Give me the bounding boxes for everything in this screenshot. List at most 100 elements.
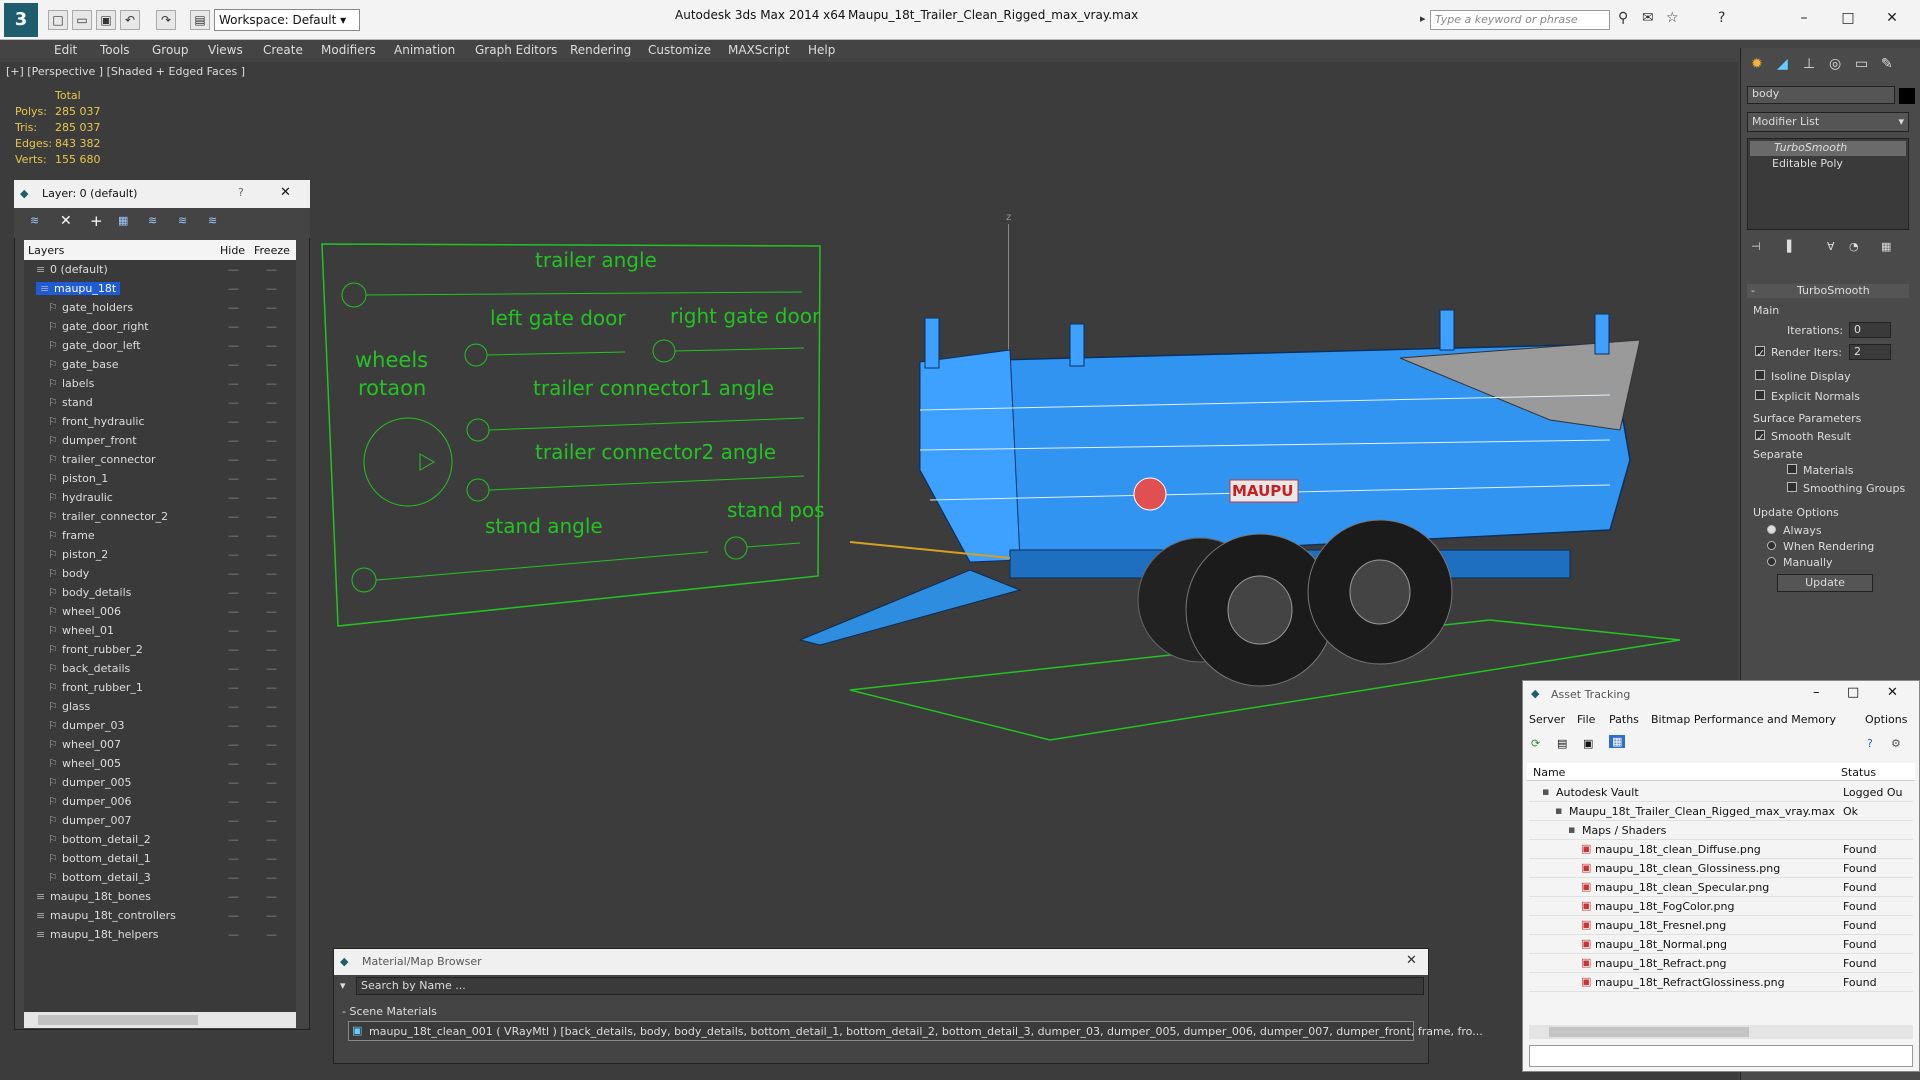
open-file-icon[interactable]: ▭ — [72, 10, 92, 30]
freeze-toggle[interactable]: — — [266, 510, 277, 523]
freeze-toggle[interactable]: — — [266, 472, 277, 485]
utilities-tab-icon[interactable]: ✎ — [1881, 56, 1893, 72]
rig-control-board[interactable] — [320, 240, 826, 630]
layer-row[interactable]: ⚐ dumper_03 — — — [24, 716, 296, 735]
layer-row[interactable]: ⚐ dumper_005 — — — [24, 773, 296, 792]
hide-toggle[interactable]: — — [228, 586, 239, 599]
material-entry[interactable]: ▣ maupu_18t_clean_001 ( VRayMtl ) [back_… — [348, 1021, 1483, 1041]
freeze-toggle[interactable]: — — [266, 643, 277, 656]
isoline-checkbox[interactable] — [1755, 370, 1765, 383]
material-browser-options-icon[interactable]: ▾ — [340, 979, 346, 992]
freeze-toggle[interactable]: — — [266, 662, 277, 675]
material-browser-close-button[interactable]: ✕ — [1406, 953, 1417, 968]
show-end-result-icon[interactable]: ▌ — [1787, 240, 1795, 253]
stack-item-turbosmooth[interactable]: TurboSmooth — [1750, 141, 1906, 156]
freeze-toggle[interactable]: — — [266, 700, 277, 713]
smoothing-groups-checkbox[interactable] — [1787, 482, 1797, 495]
hide-toggle[interactable]: — — [228, 928, 239, 941]
app-logo-icon[interactable]: 3 — [4, 3, 38, 37]
refresh-icon[interactable]: ⟳ — [1531, 737, 1540, 750]
layer-row[interactable]: ≡ 0 (default) — — — [24, 260, 296, 279]
menu-tools[interactable]: Tools — [100, 43, 130, 57]
asset-row[interactable]: ▣ maupu_18t_clean_Diffuse.png Found — [1529, 840, 1913, 859]
menu-modifiers[interactable]: Modifiers — [321, 43, 376, 57]
layer-row[interactable]: ⚐ wheel_006 — — — [24, 602, 296, 621]
right-gate-door-handle[interactable] — [652, 339, 676, 363]
freeze-toggle[interactable]: — — [266, 434, 277, 447]
asset-scroll-thumb[interactable] — [1549, 1027, 1749, 1037]
stand-angle-handle[interactable] — [351, 567, 377, 593]
hide-toggle[interactable]: — — [228, 605, 239, 618]
freeze-toggle[interactable]: — — [266, 719, 277, 732]
make-unique-icon[interactable]: ∀ — [1827, 240, 1835, 253]
trailer-connector1-handle[interactable] — [466, 418, 490, 442]
hide-toggle[interactable]: — — [228, 719, 239, 732]
layers-scroll-thumb[interactable] — [38, 1015, 198, 1025]
freeze-toggle[interactable]: — — [266, 909, 277, 922]
material-browser-header[interactable]: ◆ Material/Map Browser ✕ — [334, 949, 1428, 975]
hide-toggle[interactable]: — — [228, 358, 239, 371]
asset-minimize-button[interactable]: – — [1813, 685, 1820, 700]
menu-maxscript[interactable]: MAXScript — [728, 43, 790, 57]
asset-close-button[interactable]: ✕ — [1887, 685, 1898, 700]
layer-close-button[interactable]: ✕ — [280, 185, 291, 200]
hide-toggle[interactable]: — — [228, 700, 239, 713]
layer-row[interactable]: ⚐ frame — — — [24, 526, 296, 545]
favorites-star-icon[interactable]: ☆ — [1666, 10, 1679, 26]
table-view-icon[interactable]: ▦ — [1609, 735, 1626, 748]
layer-row[interactable]: ⚐ front_rubber_1 — — — [24, 678, 296, 697]
menu-animation[interactable]: Animation — [394, 43, 455, 57]
asset-row[interactable]: ▣ maupu_18t_Normal.png Found — [1529, 935, 1913, 954]
hide-toggle[interactable]: — — [228, 339, 239, 352]
hide-toggle[interactable]: — — [228, 909, 239, 922]
hide-toggle[interactable]: — — [228, 852, 239, 865]
freeze-toggle[interactable]: — — [266, 605, 277, 618]
hide-toggle[interactable]: — — [228, 415, 239, 428]
freeze-toggle[interactable]: — — [266, 339, 277, 352]
hide-toggle[interactable]: — — [228, 757, 239, 770]
layer-row[interactable]: ⚐ piston_1 — — — [24, 469, 296, 488]
asset-menu-server[interactable]: Server — [1529, 713, 1565, 726]
viewport-label[interactable]: [+] [Perspective ] [Shaded + Edged Faces… — [6, 65, 245, 78]
col-layers[interactable]: Layers — [28, 244, 64, 257]
freeze-toggle[interactable]: — — [266, 491, 277, 504]
hide-toggle[interactable]: — — [228, 738, 239, 751]
turbosmooth-rollout-header[interactable]: - TurboSmooth — [1747, 284, 1909, 298]
workspace-dropdown[interactable]: Workspace: Default ▾ — [214, 9, 360, 31]
freeze-toggle[interactable]: — — [266, 358, 277, 371]
wheels-rotation-dial[interactable] — [363, 417, 453, 507]
hide-toggle[interactable]: — — [228, 624, 239, 637]
menu-views[interactable]: Views — [208, 43, 243, 57]
trailer-angle-handle[interactable] — [341, 282, 367, 308]
render-iters-spinner[interactable]: 2 — [1849, 344, 1891, 360]
freeze-toggle[interactable]: — — [266, 377, 277, 390]
freeze-toggle[interactable]: — — [266, 548, 277, 561]
layer-row[interactable]: ⚐ dumper_007 — — — [24, 811, 296, 830]
smooth-result-checkbox[interactable]: ✓ — [1755, 430, 1765, 444]
always-radio[interactable] — [1767, 524, 1776, 537]
scene-materials-section[interactable]: - Scene Materials — [342, 1005, 437, 1018]
highlight-layer-icon[interactable]: ≋ — [148, 214, 157, 227]
asset-horizontal-scrollbar[interactable] — [1529, 1025, 1913, 1039]
hide-toggle[interactable]: — — [228, 814, 239, 827]
hide-toggle[interactable]: — — [228, 681, 239, 694]
freeze-toggle[interactable]: — — [266, 415, 277, 428]
hide-toggle[interactable]: — — [228, 472, 239, 485]
layer-row[interactable]: ⚐ front_rubber_2 — — — [24, 640, 296, 659]
layer-row[interactable]: ⚐ dumper_006 — — — [24, 792, 296, 811]
freeze-toggle[interactable]: — — [266, 890, 277, 903]
col-name[interactable]: Name — [1533, 766, 1565, 779]
object-name-input[interactable]: body — [1747, 86, 1895, 104]
material-search-input[interactable]: Search by Name ... — [356, 977, 1424, 995]
menu-edit[interactable]: Edit — [54, 43, 77, 57]
add-to-layer-icon[interactable]: + — [90, 212, 103, 230]
layer-help-button[interactable]: ? — [238, 186, 244, 199]
hide-toggle[interactable]: — — [228, 377, 239, 390]
layer-row[interactable]: ⚐ wheel_005 — — — [24, 754, 296, 773]
asset-menu-paths[interactable]: Paths — [1609, 713, 1639, 726]
layer-row[interactable]: ⚐ piston_2 — — — [24, 545, 296, 564]
redo-icon[interactable]: ↷ — [156, 10, 176, 30]
layer-row[interactable]: ⚐ bottom_detail_2 — — — [24, 830, 296, 849]
layer-row[interactable]: ⚐ wheel_01 — — — [24, 621, 296, 640]
layer-row[interactable]: ⚐ bottom_detail_1 — — — [24, 849, 296, 868]
